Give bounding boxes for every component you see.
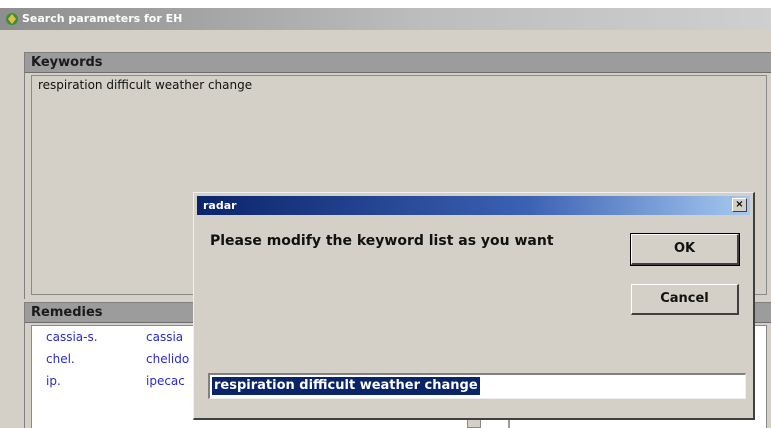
dialog-title: radar	[203, 199, 237, 212]
window-titlebar: Search parameters for EH	[0, 8, 771, 30]
radar-dialog: radar × Please modify the keyword list a…	[193, 192, 755, 420]
remedy-link[interactable]: ipecac	[146, 374, 185, 388]
dialog-message: Please modify the keyword list as you wa…	[210, 233, 554, 249]
ok-button[interactable]: OK	[630, 233, 740, 266]
keywords-header: Keywords	[25, 53, 771, 73]
remedy-link[interactable]: cassia-s.	[46, 330, 98, 344]
selected-input-text: respiration difficult weather change	[212, 377, 480, 395]
keywords-text: respiration difficult weather change	[38, 78, 253, 92]
dialog-titlebar: radar ×	[197, 196, 750, 215]
close-icon[interactable]: ×	[732, 198, 747, 212]
remedy-link[interactable]: ip.	[46, 374, 61, 388]
app-icon	[4, 11, 20, 27]
remedy-link[interactable]: chel.	[46, 352, 75, 366]
remedy-link[interactable]: cassia	[146, 330, 183, 344]
window-title: Search parameters for EH	[22, 12, 183, 25]
keyword-list-input[interactable]: respiration difficult weather change	[208, 373, 746, 399]
remedy-link[interactable]: chelido	[146, 352, 189, 366]
cancel-button[interactable]: Cancel	[631, 284, 739, 315]
